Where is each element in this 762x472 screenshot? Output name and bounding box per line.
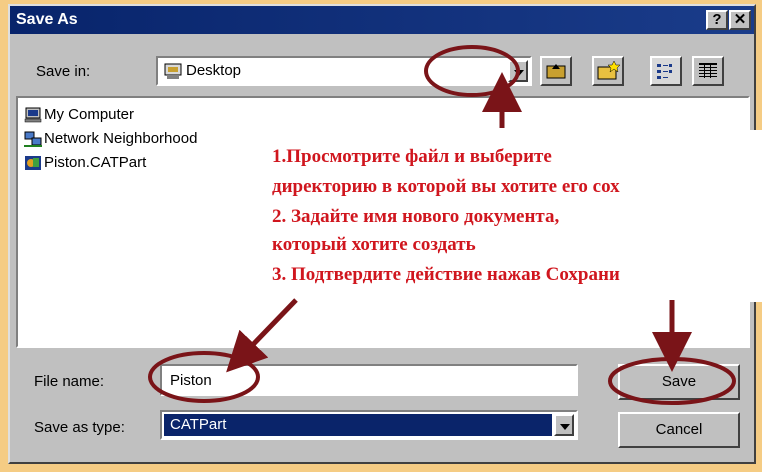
save-as-type-value: CATPart [170,416,227,433]
up-folder-icon[interactable] [540,56,572,86]
file-name-input[interactable]: Piston [160,364,578,396]
save-button[interactable]: Save [618,364,740,400]
instruction-line: 2. Задайте имя нового документа, [272,206,560,227]
file-name: Piston.CATPart [44,154,147,171]
save-in-dropdown-button[interactable] [508,60,528,82]
instruction-line: директорию в которой вы хотите его сох [272,176,620,197]
file-name-label: File name: [34,373,105,390]
help-button[interactable]: ? [706,10,728,30]
instruction-annotation: 1.Просмотрите файл и выберите директорию… [258,130,762,302]
computer-icon [24,107,42,123]
new-folder-icon[interactable] [592,56,624,86]
save-in-label: Save in: [36,63,91,80]
close-button[interactable]: ✕ [729,10,751,30]
desktop-icon [164,63,182,79]
save-in-value: Desktop [186,62,242,79]
save-as-type-combobox[interactable]: CATPart [160,410,578,440]
list-item[interactable]: My Computer [24,104,134,126]
list-view-icon[interactable] [650,56,682,86]
instruction-line: 1.Просмотрите файл и выберите [272,146,552,167]
title-bar[interactable]: Save As ? ✕ [10,6,754,34]
save-as-type-label: Save as type: [34,419,125,436]
file-name: Network Neighborhood [44,130,198,147]
list-item[interactable]: Network Neighborhood [24,128,197,150]
instruction-line: который хотите создать [272,234,476,255]
cancel-button[interactable]: Cancel [618,412,740,448]
list-item[interactable]: Piston.CATPart [24,152,146,174]
save-in-combobox[interactable]: Desktop [156,56,532,86]
file-name-value: Piston [170,372,212,389]
window-title: Save As [16,11,78,28]
save-as-type-dropdown-button[interactable] [554,414,574,436]
instruction-line: 3. Подтвердите действие нажав Сохрани [272,264,620,285]
file-name: My Computer [44,106,135,123]
catpart-icon [25,156,41,171]
details-view-icon[interactable] [692,56,724,86]
network-icon [24,131,42,148]
